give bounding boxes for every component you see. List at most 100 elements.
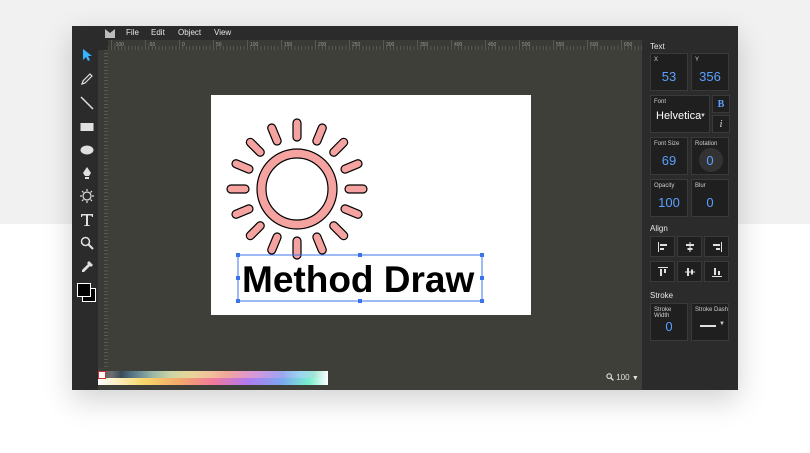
- y-field[interactable]: Y 356: [691, 53, 729, 91]
- stroke-width-label: Stroke Width: [654, 307, 672, 319]
- menu-edit[interactable]: Edit: [151, 28, 165, 37]
- zoom-tool[interactable]: [76, 232, 98, 254]
- fill-color-swatch[interactable]: [77, 283, 91, 297]
- align-middle-button[interactable]: [677, 261, 702, 282]
- text-tool[interactable]: [76, 209, 98, 231]
- ruler-label: 450: [488, 42, 497, 48]
- pen-tool[interactable]: [76, 162, 98, 184]
- stroke-width-field[interactable]: Stroke Width 0: [650, 303, 688, 341]
- blur-field[interactable]: Blur 0: [691, 179, 729, 217]
- stroke-heading: Stroke: [650, 291, 674, 300]
- blur-label: Blur: [695, 183, 706, 189]
- rect-icon: [80, 123, 94, 131]
- x-field[interactable]: X 53: [650, 53, 688, 91]
- sun-ray: [245, 137, 265, 157]
- rotation-field[interactable]: Rotation 0: [691, 137, 729, 175]
- align-right-button[interactable]: [704, 236, 729, 257]
- opacity-label: Opacity: [654, 183, 675, 189]
- align-bottom-icon: [711, 267, 722, 277]
- menu-object[interactable]: Object: [178, 28, 201, 37]
- canvas-page[interactable]: Method Draw: [211, 95, 531, 315]
- app-window: File Edit Object View -100 -50 0 50 100 150 20…: [72, 26, 738, 390]
- font-size-value[interactable]: 69: [651, 153, 687, 168]
- pen-icon: [83, 167, 91, 179]
- sun-ray: [329, 137, 349, 157]
- zoom-icon: [80, 236, 94, 250]
- y-label: Y: [695, 57, 700, 63]
- rotation-label: Rotation: [695, 141, 718, 147]
- align-bottom-button[interactable]: [704, 261, 729, 282]
- line-tool[interactable]: [76, 92, 98, 114]
- select-tool[interactable]: [76, 44, 98, 66]
- select-icon: [83, 49, 92, 61]
- text-icon: [81, 214, 93, 226]
- italic-label: i: [719, 118, 723, 130]
- blur-value[interactable]: 0: [692, 195, 728, 210]
- stroke-width-value[interactable]: 0: [651, 319, 687, 334]
- sun-ray: [231, 159, 254, 174]
- pencil-icon: [81, 73, 93, 85]
- pencil-tool[interactable]: [76, 68, 98, 90]
- align-center-button[interactable]: [677, 236, 702, 257]
- stroke-dash-label: Stroke Dash: [695, 307, 729, 313]
- sun-ray: [340, 204, 363, 219]
- shape-library-tool[interactable]: [76, 185, 98, 207]
- rect-tool[interactable]: [76, 116, 98, 138]
- font-select[interactable]: Font Helvetica ▼: [650, 95, 710, 133]
- ruler-label: 0: [182, 42, 185, 48]
- zoom-magnifier-icon: [606, 373, 614, 381]
- align-top-icon: [657, 266, 668, 276]
- color-swatches[interactable]: [76, 282, 98, 304]
- workspace[interactable]: Method Draw: [108, 50, 642, 368]
- drawing[interactable]: Method Draw: [211, 95, 531, 315]
- x-value[interactable]: 53: [651, 69, 687, 84]
- eyedropper-tool[interactable]: [76, 256, 98, 278]
- ruler-label: 550: [556, 42, 565, 48]
- sun-ray: [292, 118, 302, 142]
- no-color-swatch[interactable]: [98, 371, 106, 379]
- align-left-button[interactable]: [650, 236, 675, 257]
- font-chevron-down-icon: ▼: [700, 113, 706, 119]
- sun-ray: [245, 221, 265, 241]
- bold-button[interactable]: B: [712, 95, 730, 113]
- stroke-dash-chevron-down-icon: ▼: [719, 321, 725, 327]
- ruler-label: -50: [148, 42, 155, 48]
- italic-button[interactable]: i: [712, 115, 730, 133]
- menu-view[interactable]: View: [214, 28, 231, 37]
- ruler-label: 300: [386, 42, 395, 48]
- sun-ray: [329, 221, 349, 241]
- ruler-label: 50: [216, 42, 222, 48]
- align-heading: Align: [650, 224, 668, 233]
- text-heading: Text: [650, 42, 665, 51]
- x-label: X: [654, 57, 659, 63]
- color-palette-row[interactable]: [98, 378, 328, 385]
- ruler-label: 100: [250, 42, 259, 48]
- rotation-value[interactable]: 0: [692, 153, 728, 168]
- ruler-label: -100: [114, 42, 124, 48]
- canvas-text[interactable]: Method Draw: [242, 259, 475, 300]
- stroke-dash-select[interactable]: Stroke Dash ▼: [691, 303, 729, 341]
- ruler-label: 650: [624, 42, 633, 48]
- align-middle-icon: [684, 267, 695, 276]
- chevron-down-icon: ▼: [631, 375, 639, 382]
- font-size-field[interactable]: Font Size 69: [650, 137, 688, 175]
- align-left-icon: [657, 241, 667, 252]
- tool-palette: [72, 40, 98, 368]
- font-size-label: Font Size: [654, 141, 680, 147]
- method-draw-logo-icon: [105, 29, 115, 38]
- zoom-control[interactable]: 100 ▼: [606, 373, 639, 382]
- eyedropper-icon: [82, 261, 93, 272]
- align-right-icon: [712, 241, 722, 252]
- align-top-button[interactable]: [650, 261, 675, 282]
- ellipse-tool[interactable]: [76, 139, 98, 161]
- opacity-field[interactable]: Opacity 100: [650, 179, 688, 217]
- properties-panel: Text X 53 Y 356 Font Helvetica ▼ B i Fon…: [642, 26, 738, 390]
- menu-file[interactable]: File: [126, 28, 139, 37]
- ruler-left: [98, 50, 108, 368]
- ruler-label: 500: [522, 42, 531, 48]
- y-value[interactable]: 356: [692, 69, 728, 84]
- opacity-value[interactable]: 100: [651, 195, 687, 210]
- menu-bar: File Edit Object View: [72, 26, 642, 40]
- sun-shape[interactable]: [226, 118, 368, 260]
- font-value: Helvetica: [656, 110, 702, 122]
